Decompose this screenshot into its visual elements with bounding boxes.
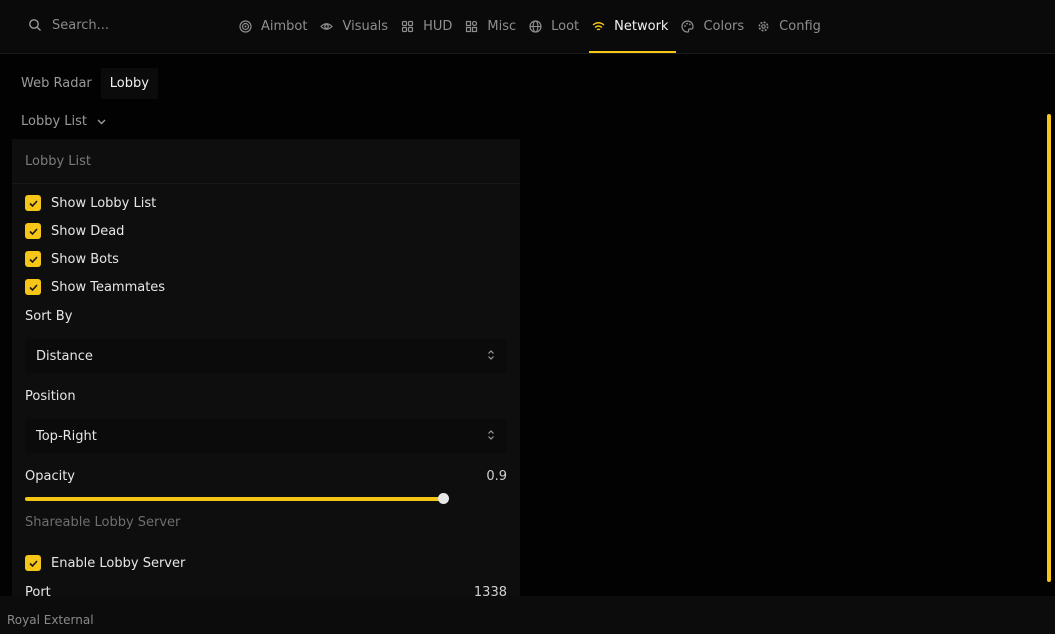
search-box[interactable] [28, 15, 218, 35]
select-value: Distance [36, 348, 93, 364]
nav-label: Network [614, 19, 669, 34]
nav-item-aimbot[interactable]: Aimbot [236, 0, 315, 53]
palette-icon [680, 19, 695, 34]
nav-item-loot[interactable]: Loot [526, 0, 587, 53]
nav-label: Colors [703, 19, 745, 34]
sub-tabs: Web Radar Lobby [12, 68, 158, 99]
slider-track [25, 497, 443, 501]
enable-lobby-server-checkbox[interactable]: Enable Lobby Server [25, 555, 185, 571]
panel-title: Lobby List [25, 154, 92, 169]
nav-label: Loot [551, 19, 580, 34]
show-lobby-list-checkbox[interactable]: Show Lobby List [25, 195, 156, 211]
section-title: Shareable Lobby Server [25, 515, 181, 530]
checkbox-label: Show Lobby List [51, 195, 157, 211]
main-nav: Aimbot Visuals HUD Misc Loot Network Col… [236, 0, 831, 53]
slider-thumb[interactable] [437, 493, 449, 504]
nav-item-misc[interactable]: Misc [462, 0, 524, 53]
nav-label: Aimbot [261, 19, 308, 34]
opacity-value: 0.9 [486, 469, 507, 484]
apps-icon [464, 19, 479, 34]
nav-item-hud[interactable]: HUD [398, 0, 460, 53]
checkbox-label: Enable Lobby Server [51, 555, 186, 571]
position-label: Position [25, 389, 76, 404]
top-bar: Aimbot Visuals HUD Misc Loot Network Col… [0, 0, 1055, 54]
search-input[interactable] [52, 17, 202, 33]
tab-web-radar[interactable]: Web Radar [12, 68, 101, 99]
show-bots-checkbox[interactable]: Show Bots [25, 251, 119, 267]
dropdown-label: Lobby List [21, 114, 88, 129]
up-down-caret-icon [488, 430, 494, 440]
check-icon [25, 223, 41, 239]
show-teammates-checkbox[interactable]: Show Teammates [25, 279, 165, 295]
nav-label: Misc [487, 19, 517, 34]
gear-icon [756, 19, 771, 34]
tab-lobby[interactable]: Lobby [100, 68, 158, 99]
up-down-caret-icon [488, 350, 494, 360]
nav-item-network[interactable]: Network [589, 0, 677, 53]
nav-label: Config [779, 19, 821, 34]
check-icon [25, 555, 41, 571]
hud-icon [400, 19, 415, 34]
check-icon [25, 251, 41, 267]
divider [12, 183, 520, 184]
select-value: Top-Right [36, 428, 97, 444]
position-select[interactable]: Top-Right [25, 419, 507, 453]
check-icon [25, 279, 41, 295]
footer: Royal External [0, 596, 1055, 634]
sort-by-label: Sort By [25, 309, 73, 324]
wifi-icon [591, 19, 606, 34]
checkbox-label: Show Teammates [51, 279, 166, 295]
opacity-slider[interactable] [25, 493, 449, 504]
nav-item-colors[interactable]: Colors [678, 0, 752, 53]
globe-icon [528, 19, 543, 34]
nav-label: HUD [423, 19, 453, 34]
show-dead-checkbox[interactable]: Show Dead [25, 223, 124, 239]
chevron-down-icon [97, 119, 106, 124]
checkbox-label: Show Dead [51, 223, 125, 239]
brand-name: Royal External [7, 613, 94, 627]
target-icon [238, 19, 253, 34]
nav-label: Visuals [342, 19, 389, 34]
eye-icon [319, 19, 334, 34]
lobby-list-dropdown[interactable]: Lobby List [21, 114, 106, 129]
scrollbar[interactable] [1047, 114, 1051, 582]
opacity-label: Opacity [25, 469, 76, 484]
check-icon [25, 195, 41, 211]
sort-by-select[interactable]: Distance [25, 339, 507, 373]
checkbox-label: Show Bots [51, 251, 119, 267]
search-icon [29, 19, 41, 31]
lobby-list-panel: Lobby List Show Lobby List Show Dead Sho… [12, 139, 520, 609]
nav-item-visuals[interactable]: Visuals [317, 0, 396, 53]
nav-item-config[interactable]: Config [754, 0, 829, 53]
